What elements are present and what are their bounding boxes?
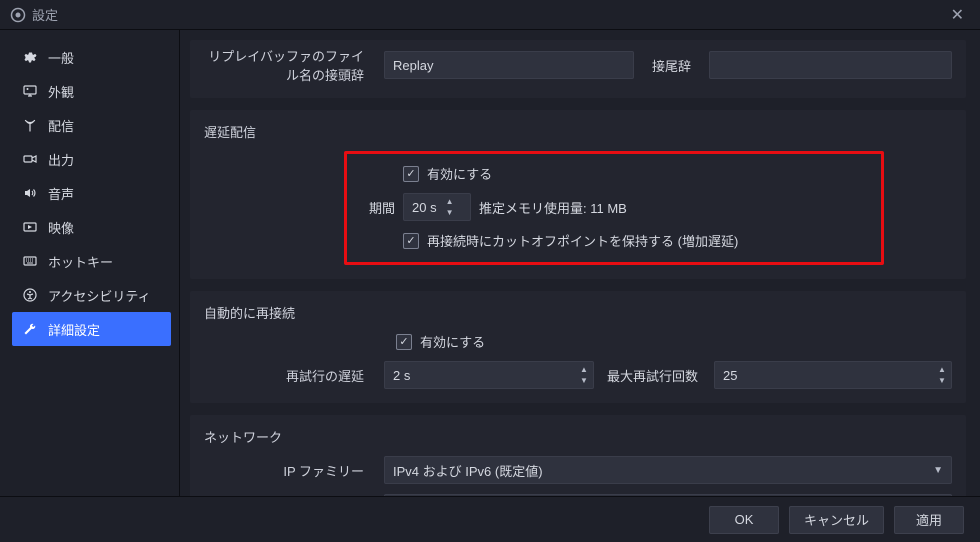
ip-bind-dropdown[interactable]: 既定 ▼ xyxy=(384,494,952,496)
sidebar-item-label: アクセシビリティ xyxy=(48,286,151,305)
window-title: 設定 xyxy=(32,5,58,24)
antenna-icon xyxy=(22,118,38,132)
sidebar-item-general[interactable]: 一般 xyxy=(12,40,171,74)
titlebar: 設定 ✕ xyxy=(0,0,980,30)
chevron-down-icon: ▼ xyxy=(933,465,943,476)
delay-preserve-checkbox[interactable]: ✓ xyxy=(403,233,419,249)
ok-button[interactable]: OK xyxy=(709,506,779,534)
sidebar-item-audio[interactable]: 音声 xyxy=(12,176,171,210)
speaker-icon xyxy=(22,186,38,200)
section-replay: リプレイバッファのファイル名の接頭辞 Replay 接尾辞 xyxy=(190,40,966,98)
delay-memory-label: 推定メモリ使用量: 11 MB xyxy=(479,198,627,217)
replay-prefix-input[interactable]: Replay xyxy=(384,51,634,79)
sidebar-item-output[interactable]: 出力 xyxy=(12,142,171,176)
footer: OK キャンセル 適用 xyxy=(0,496,980,542)
section-delay: 遅延配信 ✓ 有効にする 期間 20 s ▲ ▼ 推定メモリ使用量: 11 xyxy=(190,110,966,279)
sidebar-item-label: 外観 xyxy=(48,82,74,101)
delay-enable-checkbox[interactable]: ✓ xyxy=(403,166,419,182)
ip-family-label: IP ファミリー xyxy=(204,461,374,480)
camera-icon xyxy=(22,152,38,166)
sidebar-item-appearance[interactable]: 外観 xyxy=(12,74,171,108)
delay-duration-spinner[interactable]: 20 s ▲ ▼ xyxy=(403,193,471,221)
replay-prefix-label: リプレイバッファのファイル名の接頭辞 xyxy=(204,46,374,84)
sidebar-item-label: 一般 xyxy=(48,48,74,67)
ip-family-dropdown[interactable]: IPv4 および IPv6 (既定値) ▼ xyxy=(384,456,952,484)
spinner-up-icon[interactable]: ▲ xyxy=(443,196,457,207)
spinner-up-icon[interactable]: ▲ xyxy=(577,364,591,375)
delay-enable-label: 有効にする xyxy=(427,164,492,183)
replay-suffix-input[interactable] xyxy=(709,51,952,79)
sidebar-item-label: 音声 xyxy=(48,184,74,203)
retry-delay-label: 再試行の遅延 xyxy=(204,366,374,385)
sidebar-item-stream[interactable]: 配信 xyxy=(12,108,171,142)
wrench-icon xyxy=(22,322,38,336)
apply-button[interactable]: 適用 xyxy=(894,506,964,534)
section-reconnect-title: 自動的に再接続 xyxy=(204,303,952,322)
video-icon xyxy=(22,220,38,234)
sidebar-item-label: 出力 xyxy=(48,150,74,169)
retry-delay-spinner[interactable]: 2 s ▲ ▼ xyxy=(384,361,594,389)
reconnect-enable-label: 有効にする xyxy=(420,332,485,351)
close-button[interactable]: ✕ xyxy=(945,5,970,25)
max-retries-spinner[interactable]: 25 ▲ ▼ xyxy=(714,361,952,389)
spinner-up-icon[interactable]: ▲ xyxy=(935,364,949,375)
spinner-down-icon[interactable]: ▼ xyxy=(443,207,457,218)
sidebar-item-accessibility[interactable]: アクセシビリティ xyxy=(12,278,171,312)
highlight-box: ✓ 有効にする 期間 20 s ▲ ▼ 推定メモリ使用量: 11 MB xyxy=(344,151,884,265)
sidebar-item-label: 詳細設定 xyxy=(48,320,100,339)
reconnect-enable-checkbox[interactable]: ✓ xyxy=(396,334,412,350)
app-icon xyxy=(10,7,26,23)
section-reconnect: 自動的に再接続 ✓ 有効にする 再試行の遅延 2 s ▲ ▼ 最大再試行回数 2… xyxy=(190,291,966,403)
section-network-title: ネットワーク xyxy=(204,427,952,446)
sidebar-item-hotkeys[interactable]: ホットキー xyxy=(12,244,171,278)
display-icon xyxy=(22,84,38,98)
keyboard-icon xyxy=(22,254,38,268)
sidebar-item-label: ホットキー xyxy=(48,252,113,271)
delay-preserve-label: 再接続時にカットオフポイントを保持する (増加遅延) xyxy=(427,231,738,250)
max-retries-label: 最大再試行回数 xyxy=(604,366,704,385)
delay-duration-label: 期間 xyxy=(363,198,395,217)
sidebar-item-label: 配信 xyxy=(48,116,74,135)
gear-icon xyxy=(22,50,38,64)
section-delay-title: 遅延配信 xyxy=(204,122,952,141)
accessibility-icon xyxy=(22,288,38,302)
cancel-button[interactable]: キャンセル xyxy=(789,506,884,534)
sidebar-item-label: 映像 xyxy=(48,218,74,237)
section-network: ネットワーク IP ファミリー IPv4 および IPv6 (既定値) ▼ IP… xyxy=(190,415,966,496)
spinner-down-icon[interactable]: ▼ xyxy=(935,375,949,386)
content-pane: リプレイバッファのファイル名の接頭辞 Replay 接尾辞 遅延配信 ✓ 有効に… xyxy=(180,30,980,496)
sidebar-item-video[interactable]: 映像 xyxy=(12,210,171,244)
spinner-down-icon[interactable]: ▼ xyxy=(577,375,591,386)
sidebar: 一般 外観 配信 出力 音声 映像 ホットキー アクセシビリティ xyxy=(0,30,180,496)
sidebar-item-advanced[interactable]: 詳細設定 xyxy=(12,312,171,346)
replay-suffix-label: 接尾辞 xyxy=(644,56,699,75)
